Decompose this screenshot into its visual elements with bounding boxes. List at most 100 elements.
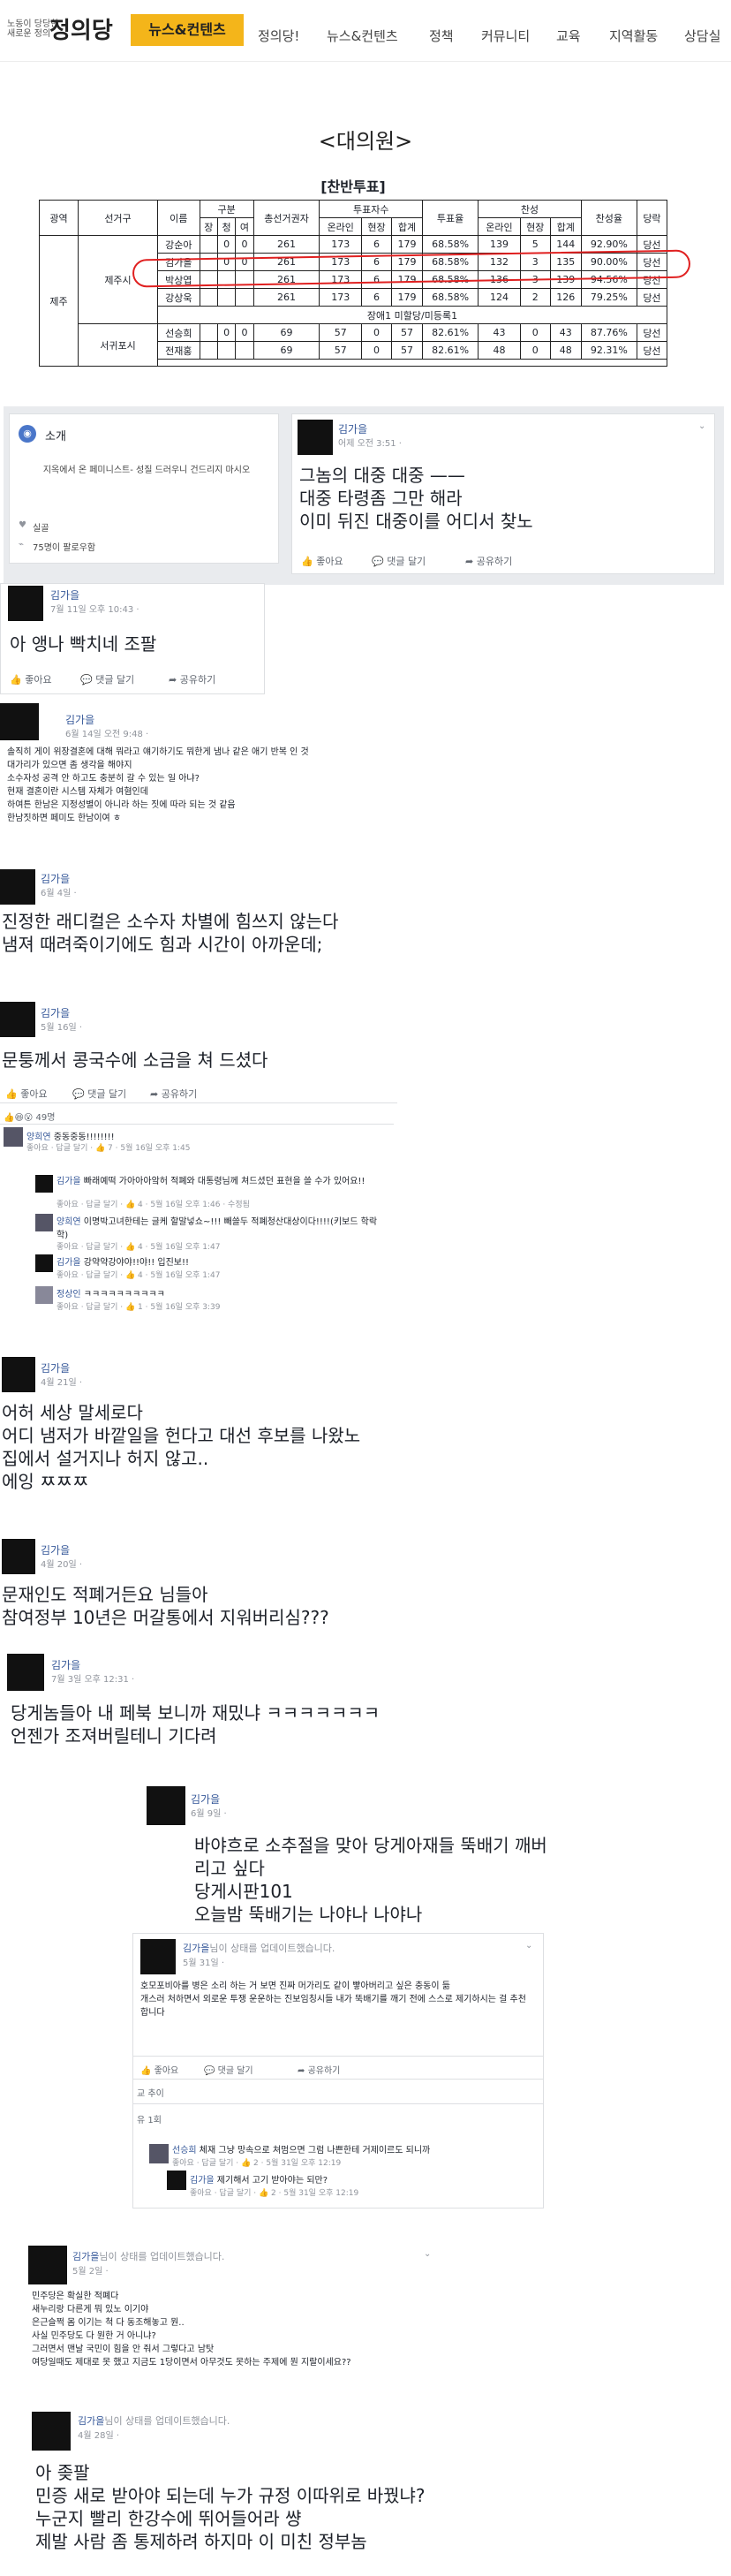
post-time[interactable]: 4월 20일 · bbox=[41, 1557, 82, 1570]
th-name: 이름 bbox=[157, 200, 200, 236]
nav-item-party[interactable]: 정의당! bbox=[258, 27, 299, 45]
comment-meta[interactable]: 좋아요 · 답글 달기 · 👍 4 · 5월 16일 오후 1:47 bbox=[57, 1269, 220, 1280]
post-author[interactable]: 김가을 bbox=[338, 421, 367, 436]
share-button[interactable]: ➦ 공유하기 bbox=[465, 554, 512, 568]
comment-author[interactable]: 선승희 bbox=[172, 2146, 197, 2156]
post-author[interactable]: 김가을 bbox=[41, 1005, 70, 1020]
share-button[interactable]: ➦ 공유하기 bbox=[169, 672, 215, 686]
comment-meta[interactable]: 좋아요 · 답글 달기 · 👍 2 · 5월 31일 오후 12:19 bbox=[190, 2186, 358, 2198]
like-button[interactable]: 👍 좋아요 bbox=[5, 1087, 48, 1101]
avatar[interactable] bbox=[35, 1214, 53, 1231]
like-button[interactable]: 👍 좋아요 bbox=[140, 2063, 178, 2076]
post-author[interactable]: 김가을 bbox=[41, 1360, 70, 1375]
post-time[interactable]: 5월 16일 · bbox=[41, 1019, 82, 1033]
nav-item-news-active[interactable]: 뉴스&컨텐츠 bbox=[131, 14, 244, 46]
comment-author[interactable]: 양희연 bbox=[57, 1217, 81, 1227]
post-time[interactable]: 6월 14일 오전 9:48 · bbox=[65, 726, 148, 739]
post-author[interactable]: 김가을 bbox=[50, 587, 79, 602]
avatar[interactable] bbox=[32, 2412, 71, 2451]
post-author[interactable]: 김가을 bbox=[41, 871, 70, 886]
post-author[interactable]: 김가을 bbox=[41, 1542, 70, 1557]
comment-meta[interactable]: 좋아요 · 답글 달기 · 👍 2 · 5월 31일 오후 12:19 bbox=[172, 2156, 341, 2168]
avatar[interactable] bbox=[7, 1654, 44, 1691]
comment-author[interactable]: 김가을 bbox=[190, 2176, 215, 2186]
post-card: 김가을 4월 21일 · 어허 세상 말세로다 어디 냄저가 바깥일을 헌다고 … bbox=[0, 1355, 415, 1532]
post-time[interactable]: 7월 11일 오후 10:43 · bbox=[50, 602, 139, 615]
divider bbox=[133, 2103, 543, 2104]
share-button[interactable]: ➦ 공유하기 bbox=[298, 2063, 340, 2076]
nav-item-news[interactable]: 뉴스&컨텐츠 bbox=[327, 27, 398, 45]
comment-button[interactable]: 💬 댓글 달기 bbox=[72, 1087, 126, 1101]
avatar[interactable] bbox=[4, 1127, 23, 1147]
post-time[interactable]: 4월 28일 · bbox=[78, 2428, 119, 2441]
comment-text: 선승희 체재 그냥 망속으로 쳐멈으면 그럼 나쁜한테 거제이르도 되니까 bbox=[172, 2142, 525, 2156]
comment-body: 이명박고녀한테는 글케 할말넣쇼~!!! 빼쓸두 적폐청산대상이다!!!!(키보… bbox=[57, 1217, 378, 1240]
avatar[interactable] bbox=[2, 1357, 35, 1392]
chevron-down-icon[interactable]: ⌄ bbox=[424, 2249, 431, 2259]
comment-body: 체재 그냥 망속으로 쳐멈으면 그럼 나쁜한테 거제이르도 되니까 bbox=[196, 2146, 431, 2156]
post-time[interactable]: 7월 3일 오후 12:31 · bbox=[51, 1671, 134, 1685]
post-time[interactable]: 6월 4일 · bbox=[41, 885, 77, 898]
post-author[interactable]: 김가을 bbox=[51, 1657, 80, 1672]
nav-item-policy[interactable]: 정책 bbox=[429, 27, 454, 45]
comment-meta[interactable]: 좋아요 · 답글 달기 · 👍 7 · 5월 16일 오후 1:45 bbox=[26, 1141, 190, 1153]
nav-item-education[interactable]: 교육 bbox=[556, 27, 581, 45]
avatar[interactable] bbox=[140, 1939, 176, 1974]
intro-followers[interactable]: 75명이 팔로우함 bbox=[33, 540, 95, 553]
nav-item-counsel[interactable]: 상담실 bbox=[684, 27, 720, 45]
cell: 57 bbox=[319, 323, 363, 342]
avatar[interactable] bbox=[35, 1254, 53, 1272]
avatar[interactable] bbox=[147, 1786, 185, 1825]
nav-item-community[interactable]: 커뮤니티 bbox=[481, 27, 530, 45]
avatar[interactable] bbox=[0, 869, 35, 905]
post-time[interactable]: 5월 2일 · bbox=[72, 2263, 109, 2277]
avatar[interactable] bbox=[0, 1002, 35, 1037]
comment-author[interactable]: 김가을 bbox=[57, 1177, 81, 1186]
avatar[interactable] bbox=[149, 2144, 169, 2163]
post-author[interactable]: 김가을 bbox=[78, 2415, 104, 2427]
cell: 261 bbox=[252, 235, 320, 254]
avatar[interactable] bbox=[0, 703, 39, 740]
nav-item-local[interactable]: 지역활동 bbox=[609, 27, 658, 45]
comment-body: 강약약강야야!!야!! 입진보!! bbox=[80, 1258, 190, 1268]
reactions[interactable]: 👍😆😮 49명 bbox=[4, 1110, 55, 1123]
comment-button[interactable]: 💬 댓글 달기 bbox=[372, 554, 426, 568]
post-author[interactable]: 김가을 bbox=[72, 2251, 99, 2262]
comment-author[interactable]: 정상인 bbox=[57, 1290, 81, 1299]
table-header-row: 광역 선거구 이름 구분 총선거권자 투표자수 투표율 찬성 찬성율 당락 bbox=[39, 200, 668, 236]
comment-meta[interactable]: 좋아요 · 답글 달기 · 👍 4 · 5월 16일 오후 1:47 bbox=[57, 1240, 220, 1252]
post-time[interactable]: 어제 오전 3:51 · bbox=[338, 436, 402, 449]
comment-body: 제기해서 고기 받아야는 되만? bbox=[214, 2176, 328, 2186]
avatar[interactable] bbox=[35, 1175, 53, 1193]
post-time[interactable]: 4월 21일 · bbox=[41, 1375, 82, 1388]
comment-button[interactable]: 💬 댓글 달기 bbox=[204, 2063, 253, 2076]
avatar[interactable] bbox=[298, 420, 333, 455]
comment-author[interactable]: 김가을 bbox=[57, 1258, 81, 1268]
like-button[interactable]: 👍 좋아요 bbox=[10, 672, 52, 686]
cell: 57 bbox=[391, 341, 423, 360]
share-button[interactable]: ➦ 공유하기 bbox=[150, 1087, 197, 1101]
post-status: 님이 상태를 업데이트했습니다. bbox=[209, 1943, 335, 1954]
avatar[interactable] bbox=[8, 586, 43, 621]
avatar[interactable] bbox=[28, 2246, 67, 2284]
avatar[interactable] bbox=[35, 1286, 53, 1304]
post-author[interactable]: 김가을 bbox=[191, 1792, 220, 1807]
post-time[interactable]: 5월 31일 · bbox=[183, 1955, 224, 1968]
like-button[interactable]: 👍 좋아요 bbox=[301, 554, 343, 568]
post-author[interactable]: 김가을 bbox=[65, 712, 94, 727]
chevron-down-icon[interactable]: ⌄ bbox=[698, 421, 705, 431]
comment-meta[interactable]: 좋아요 · 답글 달기 · 👍 4 · 5월 16일 오후 1:46 · 수정됨 bbox=[57, 1198, 250, 1209]
post-author-line: 김가을님이 상태를 업데이트했습니다. bbox=[72, 2249, 224, 2263]
post-card: 김가을님이 상태를 업데이트했습니다. 5월 31일 · ⌄ 호모포비아를 병은… bbox=[132, 1933, 544, 2209]
party-logo[interactable]: 정의당 bbox=[49, 12, 113, 45]
post-author[interactable]: 김가을 bbox=[183, 1943, 209, 1954]
chevron-down-icon[interactable]: ⌄ bbox=[525, 1941, 532, 1951]
comment-button[interactable]: 💬 댓글 달기 bbox=[80, 672, 134, 686]
comment-meta[interactable]: 좋아요 · 답글 달기 · 👍 1 · 5월 16일 오후 3:39 bbox=[57, 1300, 220, 1312]
avatar[interactable] bbox=[167, 2171, 186, 2190]
th-sub: 현장 bbox=[519, 217, 551, 236]
post-time[interactable]: 6월 9일 · bbox=[191, 1806, 227, 1819]
post-card: 김가을 7월 11일 오후 10:43 · 아 앵나 빡치네 조팔 👍 좋아요 … bbox=[0, 583, 265, 694]
avatar[interactable] bbox=[2, 1539, 35, 1574]
post-text: 아 앵나 빡치네 조팔 bbox=[10, 633, 157, 655]
